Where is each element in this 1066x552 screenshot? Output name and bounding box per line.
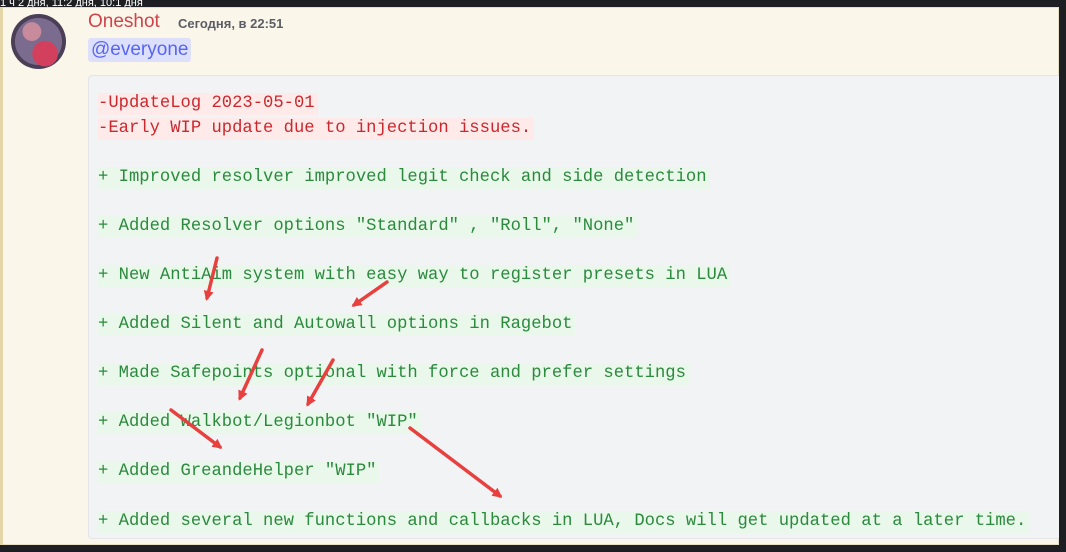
mention-highlight-bar (0, 7, 3, 545)
code-line-removed: -UpdateLog 2023-05-01 (98, 93, 318, 115)
author-name[interactable]: Oneshot (88, 11, 160, 33)
code-line-added: + Improved resolver improved legit check… (98, 167, 710, 189)
chat-message: Oneshot Сегодня, в 22:51 @everyone -Upda… (0, 7, 1059, 545)
code-line-removed: -Early WIP update due to injection issue… (98, 118, 535, 140)
avatar[interactable] (11, 14, 66, 69)
message-timestamp: Сегодня, в 22:51 (178, 16, 284, 31)
code-line-added: + New AntiAim system with easy way to re… (98, 265, 731, 287)
partial-header-text: 1 ч 2 дня, 11:2 дня, 10:1 дня (0, 0, 143, 7)
code-line-added: + Added Silent and Autowall options in R… (98, 314, 576, 336)
code-line-added: + Added several new functions and callba… (98, 511, 1030, 533)
code-line-added: + Added Resolver options "Standard" , "R… (98, 216, 638, 238)
code-line-added: + Added GreandeHelper "WIP" (98, 461, 380, 483)
everyone-mention[interactable]: @everyone (88, 38, 192, 62)
code-line-added: + Made Safepoints optional with force an… (98, 363, 689, 385)
diff-code-block: -UpdateLog 2023-05-01 -Early WIP update … (88, 75, 1059, 539)
code-line-added: + Added Walkbot/Legionbot "WIP" (98, 412, 421, 434)
